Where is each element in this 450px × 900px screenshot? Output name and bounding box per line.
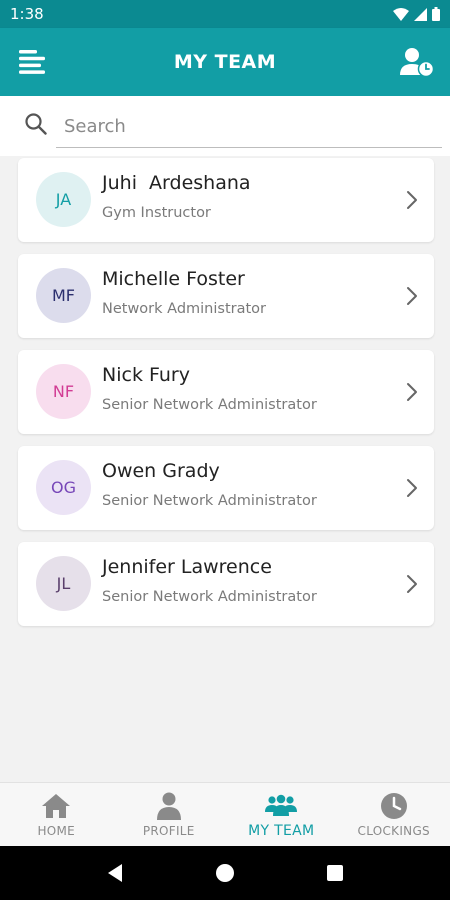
member-role: Senior Network Administrator <box>102 589 317 605</box>
menu-icon <box>19 50 45 74</box>
member-role: Gym Instructor <box>102 205 211 221</box>
page-title: MY TEAM <box>173 51 277 73</box>
chevron-right-icon <box>407 479 417 497</box>
avatar: NF <box>36 364 91 419</box>
person-icon <box>156 792 181 820</box>
avatar: JL <box>36 556 91 611</box>
member-name: Owen Grady <box>102 460 220 482</box>
home-circle-icon[interactable] <box>215 863 235 883</box>
nav-my-team-label: MY TEAM <box>248 823 315 839</box>
home-icon <box>42 794 71 818</box>
back-icon[interactable] <box>106 863 124 883</box>
system-nav-bar <box>0 846 450 900</box>
avatar-initials: NF <box>52 382 75 401</box>
team-list: JA Juhi Ardeshana Gym Instructor MF Mich… <box>18 158 434 638</box>
bottom-nav: HOME PROFILE MY TEAM CLOCKINGS <box>0 782 450 846</box>
member-role: Senior Network Administrator <box>102 493 317 509</box>
nav-profile[interactable]: PROFILE <box>113 783 226 846</box>
nav-home-label: HOME <box>37 824 76 838</box>
chevron-right-icon <box>407 191 417 209</box>
avatar: MF <box>36 268 91 323</box>
team-member-card[interactable]: MF Michelle Foster Network Administrator <box>18 254 434 338</box>
member-role: Network Administrator <box>102 301 266 317</box>
member-name: Nick Fury <box>102 364 190 386</box>
menu-button[interactable] <box>16 45 50 79</box>
member-name: Michelle Foster <box>102 268 245 290</box>
nav-my-team[interactable]: MY TEAM <box>225 783 338 846</box>
nav-clockings-label: CLOCKINGS <box>357 824 430 838</box>
recents-icon[interactable] <box>326 864 344 882</box>
signal-icon <box>414 7 427 21</box>
avatar-initials: JA <box>55 190 72 209</box>
avatar: OG <box>36 460 91 515</box>
avatar-initials: MF <box>51 286 75 305</box>
nav-home[interactable]: HOME <box>0 783 113 846</box>
avatar-initials: JL <box>56 574 71 593</box>
member-role: Senior Network Administrator <box>102 397 317 413</box>
avatar: JA <box>36 172 91 227</box>
status-time: 1:38 <box>10 5 44 23</box>
avatar-initials: OG <box>51 478 76 497</box>
app-bar: MY TEAM <box>0 28 450 96</box>
battery-icon <box>432 7 440 21</box>
team-member-card[interactable]: OG Owen Grady Senior Network Administrat… <box>18 446 434 530</box>
status-icons <box>393 7 440 21</box>
search-input[interactable] <box>56 106 442 148</box>
nav-clockings[interactable]: CLOCKINGS <box>338 783 450 846</box>
chevron-right-icon <box>407 287 417 305</box>
team-member-card[interactable]: NF Nick Fury Senior Network Administrato… <box>18 350 434 434</box>
team-member-card[interactable]: JL Jennifer Lawrence Senior Network Admi… <box>18 542 434 626</box>
wifi-icon <box>393 7 409 21</box>
member-name: Juhi Ardeshana <box>102 172 251 194</box>
status-bar: 1:38 <box>0 0 450 28</box>
user-clock-icon <box>400 48 434 77</box>
chevron-right-icon <box>407 575 417 593</box>
team-member-card[interactable]: JA Juhi Ardeshana Gym Instructor <box>18 158 434 242</box>
member-name: Jennifer Lawrence <box>102 556 272 578</box>
clock-icon <box>380 793 407 819</box>
team-icon <box>265 794 298 816</box>
user-clock-button[interactable] <box>400 45 434 79</box>
search-bar <box>0 96 450 156</box>
search-icon <box>25 113 47 135</box>
chevron-right-icon <box>407 383 417 401</box>
nav-profile-label: PROFILE <box>142 824 195 838</box>
